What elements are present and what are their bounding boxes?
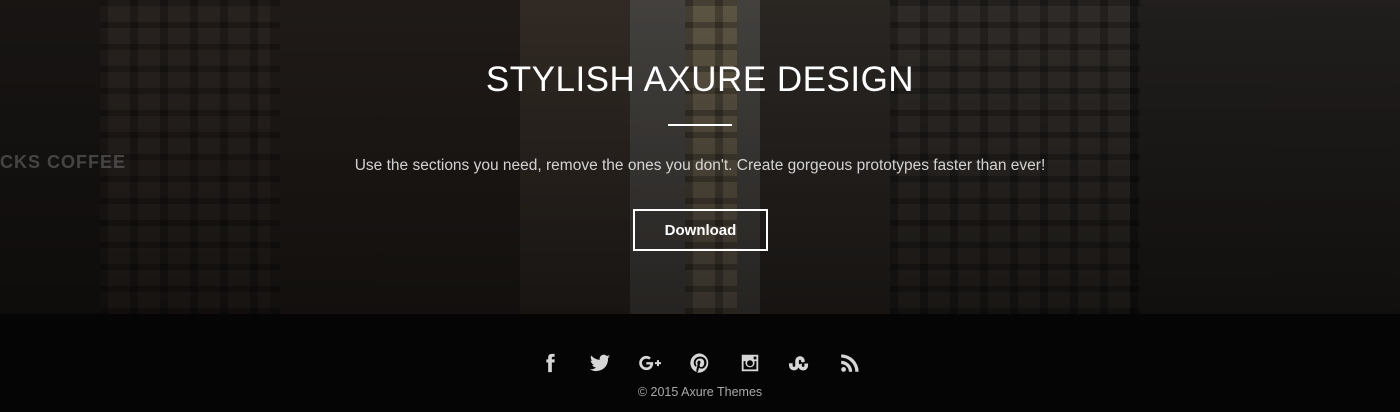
hero-subtitle: Use the sections you need, remove the on…: [354, 157, 1046, 174]
footer: © 2015 Axure Themes: [0, 314, 1400, 412]
download-button[interactable]: Download: [633, 209, 768, 251]
hero-content: STYLISH AXURE DESIGN Use the sections yo…: [0, 0, 1400, 314]
facebook-icon[interactable]: [537, 350, 563, 376]
hero-section: CKS COFFEE STYLISH AXURE DESIGN Use the …: [0, 0, 1400, 314]
stumbleupon-icon[interactable]: [787, 350, 813, 376]
hero-divider: [668, 124, 732, 126]
pinterest-icon[interactable]: [687, 350, 713, 376]
rss-icon[interactable]: [837, 350, 863, 376]
instagram-icon[interactable]: [737, 350, 763, 376]
social-links: [0, 350, 1400, 376]
twitter-icon[interactable]: [587, 350, 613, 376]
hero-title: STYLISH AXURE DESIGN: [485, 60, 915, 99]
google-plus-icon[interactable]: [637, 350, 663, 376]
copyright-text: © 2015 Axure Themes: [637, 385, 763, 399]
